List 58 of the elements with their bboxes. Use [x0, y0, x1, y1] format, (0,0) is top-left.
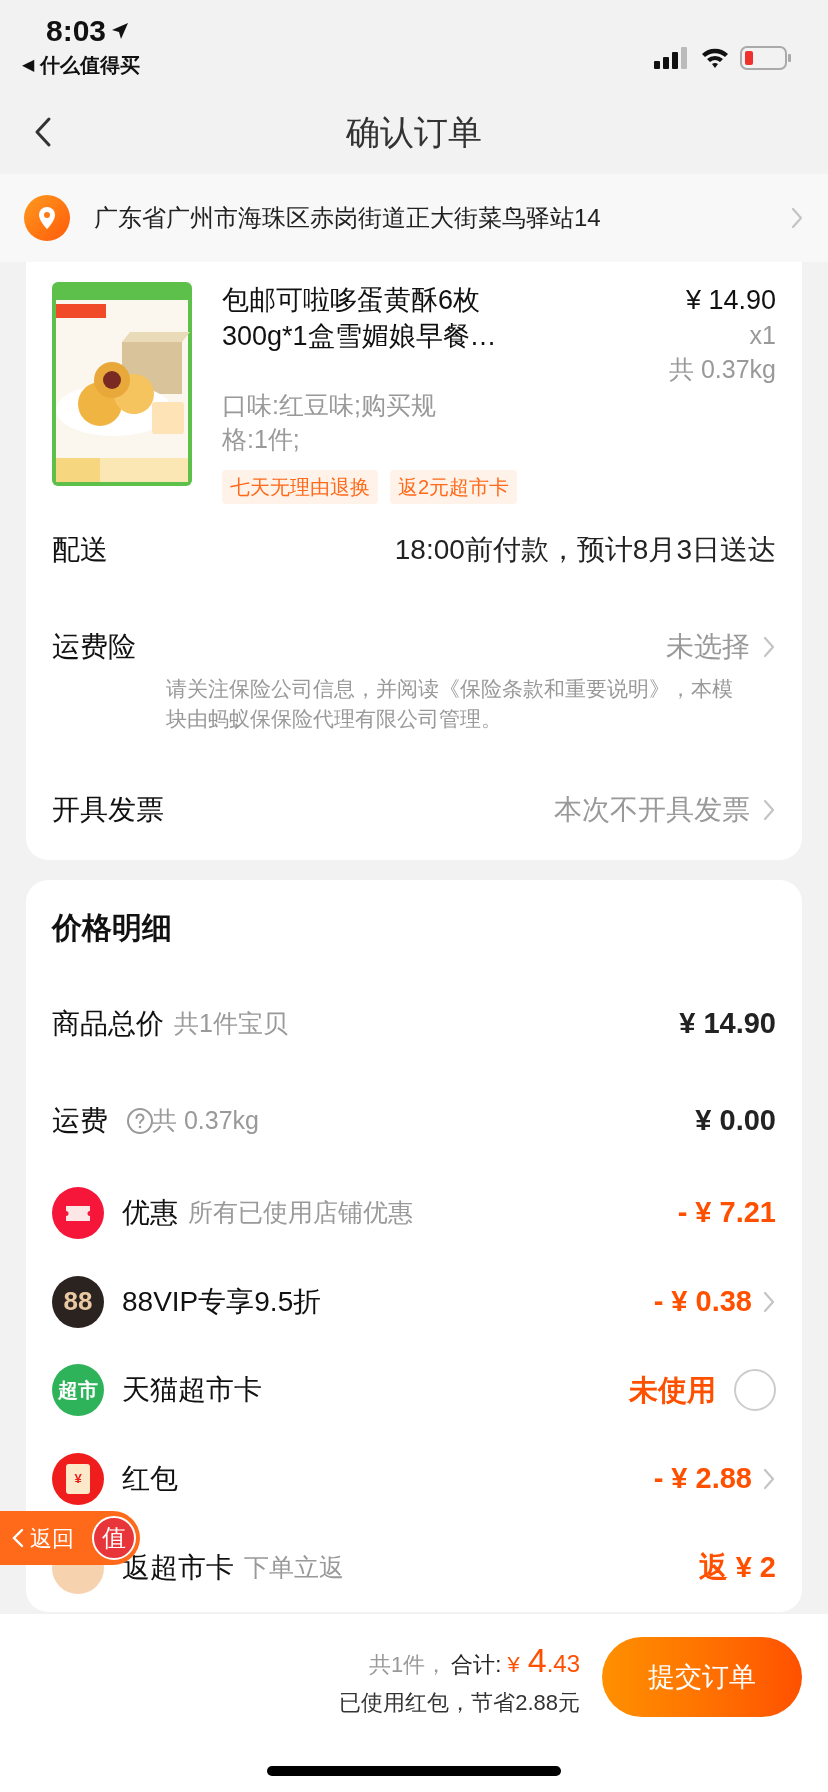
- product-price: ¥ 14.90: [685, 284, 776, 317]
- location-pin-icon: [24, 195, 70, 241]
- saving-note: 已使用红包，节省2.88元: [339, 1689, 580, 1717]
- price-label: 商品总价: [52, 1006, 164, 1041]
- price-label: 优惠: [122, 1196, 178, 1231]
- insurance-note: 请关注保险公司信息，并阅读《保险条款和重要说明》，本模块由蚂蚁保保险代理有限公司管理。: [165, 676, 734, 732]
- back-glyph[interactable]: ◀: [22, 53, 34, 77]
- section-title: 价格明细: [52, 910, 172, 947]
- service-tag: 七天无理由退换: [222, 470, 378, 504]
- price-value: ¥ 0.00: [695, 1102, 776, 1138]
- radio-button[interactable]: [734, 1369, 776, 1412]
- product-title[interactable]: 包邮可啦哆蛋黄酥6枚300g*1盒雪媚娘早餐…: [222, 282, 532, 386]
- row-label: 开具发票: [52, 793, 164, 827]
- page-title: 确认订单: [346, 111, 482, 153]
- price-value: 返 ¥ 2: [698, 1549, 776, 1585]
- product-weight: 共 0.37kg: [669, 354, 776, 385]
- chevron-right-icon: [790, 206, 804, 230]
- service-tag: 返2元超市卡: [390, 470, 518, 504]
- price-value: 未使用: [629, 1372, 716, 1408]
- price-label: 88VIP专享9.5折: [122, 1284, 322, 1319]
- battery-icon: [740, 45, 792, 71]
- price-note: 所有已使用店铺优惠: [188, 1197, 413, 1229]
- badge-icon: 超市: [52, 1364, 104, 1417]
- row-value: 18:00前付款，预计8月3日送达: [394, 533, 776, 567]
- signal-icon: [654, 46, 690, 70]
- badge-icon: ¥: [52, 1453, 104, 1506]
- submit-order-button[interactable]: 提交订单: [602, 1637, 802, 1717]
- total-label: 合计:: [451, 1651, 502, 1679]
- price-note: 下单立返: [244, 1551, 344, 1583]
- product-quantity: x1: [749, 320, 776, 351]
- back-app-link[interactable]: 什么值得买: [40, 50, 140, 80]
- row-value[interactable]: 本次不开具发票: [554, 789, 750, 831]
- price-note: 共 0.37kg: [152, 1104, 259, 1136]
- address-text: 广东省广州市海珠区赤岗街道正大街菜鸟驿站14: [94, 203, 602, 233]
- address-bar[interactable]: 广东省广州市海珠区赤岗街道正大街菜鸟驿站14: [0, 174, 828, 262]
- help-icon[interactable]: [126, 1106, 154, 1135]
- price-label: 红包: [122, 1462, 178, 1497]
- product-spec: 口味:红豆味;购买规格:1件;: [222, 390, 437, 455]
- price-value[interactable]: - ¥ 0.38: [653, 1280, 752, 1324]
- back-icon: [34, 116, 52, 148]
- total-decimal: .43: [546, 1649, 580, 1679]
- price-value: ¥ 14.90: [679, 1006, 776, 1042]
- chevron-left-icon: [12, 1528, 24, 1548]
- total-amount: 4: [527, 1640, 547, 1681]
- wifi-icon: [700, 46, 730, 70]
- row-label: 运费险: [52, 630, 136, 664]
- total-currency: ¥: [507, 1651, 520, 1679]
- price-value[interactable]: - ¥ 2.88: [653, 1457, 752, 1501]
- price-label: 运费: [52, 1103, 108, 1138]
- status-time: 8:03: [46, 13, 107, 49]
- row-label: 配送: [52, 533, 108, 567]
- item-count: 共1件，: [369, 1651, 448, 1679]
- price-value: - ¥ 7.21: [677, 1195, 776, 1231]
- badge-icon: 88: [52, 1275, 104, 1328]
- price-label: 天猫超市卡: [122, 1373, 262, 1408]
- price-note: 共1件宝贝: [174, 1008, 288, 1040]
- location-arrow-icon: [110, 21, 131, 41]
- row-value[interactable]: 未选择: [666, 626, 750, 668]
